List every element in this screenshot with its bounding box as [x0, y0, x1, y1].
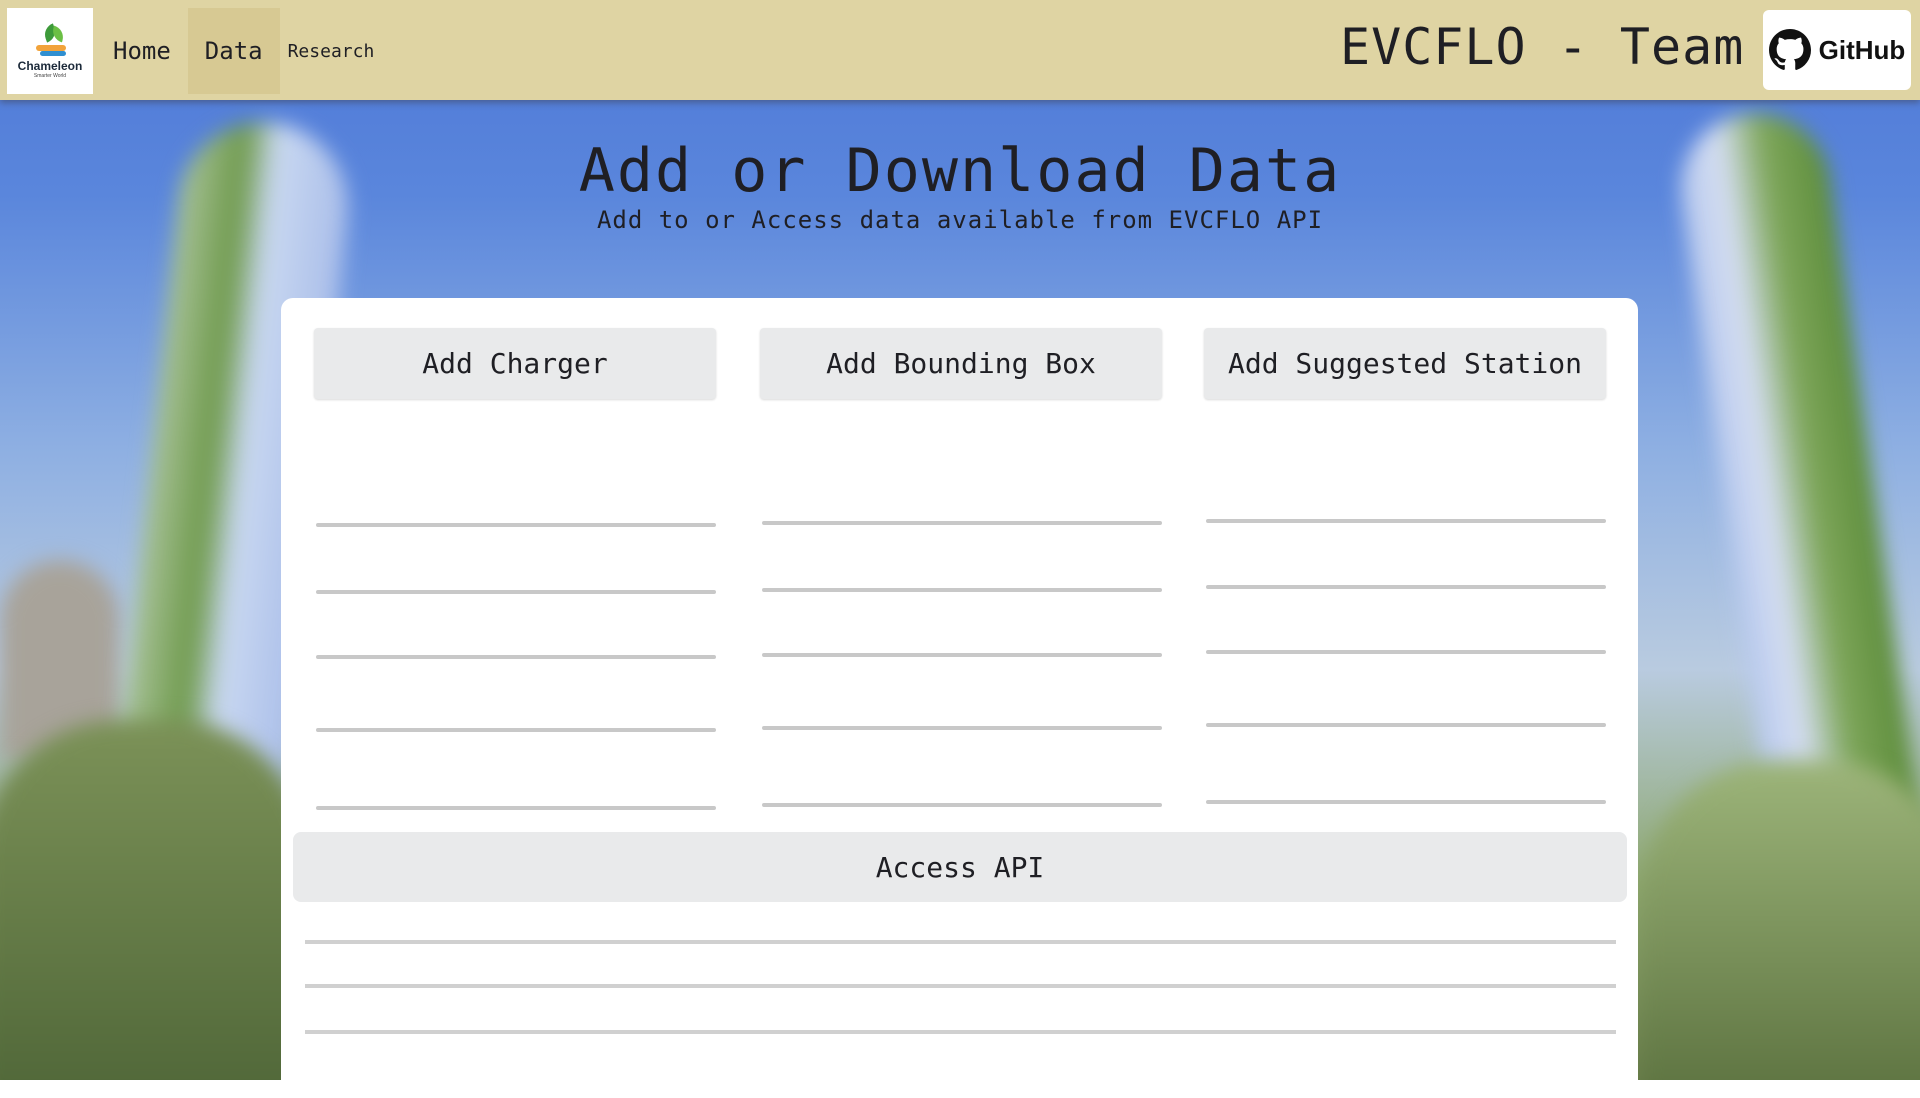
github-icon [1768, 29, 1811, 70]
suggested-station-field[interactable] [1206, 800, 1606, 804]
add-charger-form: Add Charger [314, 328, 716, 877]
access-api-button[interactable]: Access API [293, 832, 1627, 902]
nav-item-research[interactable]: Research [280, 8, 383, 94]
logo-name: Chameleon [17, 59, 83, 73]
api-field[interactable] [305, 1030, 1616, 1034]
charger-field[interactable] [316, 806, 716, 810]
add-suggested-station-button[interactable]: Add Suggested Station [1204, 328, 1606, 399]
nav-item-home[interactable]: Home [96, 8, 188, 94]
add-bounding-box-form: Add Bounding Box [760, 328, 1162, 874]
background-greenery-right [1640, 760, 1920, 1080]
bounding-box-field[interactable] [762, 803, 1162, 807]
suggested-station-field[interactable] [1206, 723, 1606, 727]
page-subtitle: Add to or Access data available from EVC… [596, 206, 1324, 234]
charger-field[interactable] [316, 590, 716, 594]
team-title: EVCFLO - Team [1340, 18, 1745, 76]
bounding-box-fields [760, 399, 1162, 874]
top-navbar: Chameleon Smarter World Home Data Resear… [0, 0, 1920, 100]
data-card: Add Charger Add Bounding Box Add Suggest… [281, 298, 1638, 1098]
charger-field[interactable] [316, 523, 716, 527]
add-suggested-station-form: Add Suggested Station [1204, 328, 1606, 871]
charger-field[interactable] [316, 655, 716, 659]
bounding-box-field[interactable] [762, 726, 1162, 730]
suggested-station-fields [1204, 399, 1606, 871]
add-charger-button[interactable]: Add Charger [314, 328, 716, 399]
chameleon-logo-icon [30, 23, 70, 57]
nav-item-data[interactable]: Data [187, 8, 280, 94]
background-greenery-left [0, 720, 310, 1080]
github-label: GitHub [1818, 34, 1906, 65]
bounding-box-field[interactable] [762, 521, 1162, 525]
add-bounding-box-button[interactable]: Add Bounding Box [760, 328, 1162, 399]
suggested-station-field[interactable] [1206, 650, 1606, 654]
charger-field[interactable] [316, 728, 716, 732]
suggested-station-field[interactable] [1206, 519, 1606, 523]
chameleon-logo[interactable]: Chameleon Smarter World [7, 8, 93, 94]
bounding-box-field[interactable] [762, 653, 1162, 657]
github-button[interactable]: GitHub [1763, 10, 1911, 90]
logo-tagline: Smarter World [33, 73, 67, 79]
api-field[interactable] [305, 984, 1616, 988]
api-field[interactable] [305, 940, 1616, 944]
page-title: Add or Download Data [578, 136, 1342, 206]
suggested-station-field[interactable] [1206, 585, 1606, 589]
main-nav: Home Data Research [96, 8, 382, 94]
charger-fields [314, 399, 716, 877]
bounding-box-field[interactable] [762, 588, 1162, 592]
